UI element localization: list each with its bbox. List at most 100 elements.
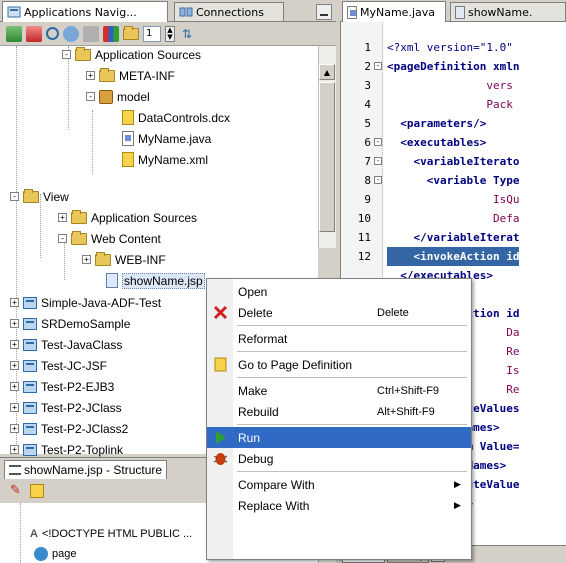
tree-row[interactable]: MyName.xml — [122, 149, 208, 170]
tab-applications-navigator[interactable]: Applications Navig... — [2, 1, 168, 22]
menu-item-label: Open — [238, 284, 268, 299]
folder-icon — [75, 46, 91, 61]
collapse-icon[interactable]: - — [58, 234, 67, 243]
folder-icon — [99, 67, 115, 82]
expand-icon[interactable]: + — [58, 213, 67, 222]
new-project-icon[interactable] — [6, 25, 22, 42]
fold-toggle-icon[interactable]: - — [374, 62, 382, 70]
menu-item-label: Debug — [238, 451, 274, 466]
tree-row[interactable]: + Application Sources — [58, 207, 197, 228]
menu-item-rebuild[interactable]: Rebuild Alt+Shift-F9 — [207, 401, 471, 422]
level-spinner-input[interactable]: 1 — [143, 25, 161, 42]
minimize-button[interactable] — [316, 4, 332, 20]
tree-row[interactable]: + WEB-INF — [82, 249, 166, 270]
scroll-up-icon[interactable]: ▲ — [319, 64, 335, 80]
tree-row[interactable]: + META-INF — [86, 65, 175, 86]
expand-icon[interactable]: + — [82, 255, 91, 264]
menu-item-go-to-page-definition[interactable]: Go to Page Definition — [207, 354, 471, 375]
search-icon[interactable] — [46, 27, 59, 40]
fold-toggle-icon[interactable]: - — [374, 176, 382, 184]
tree-row[interactable]: + SRDemoSample — [10, 313, 130, 334]
tree-row[interactable]: showName.jsp — [106, 270, 205, 291]
tree-row[interactable]: + Test-JavaClass — [10, 334, 122, 355]
doctype-icon: A — [30, 527, 38, 540]
minimize-icon — [320, 14, 328, 16]
menu-item-open[interactable]: Open — [207, 281, 471, 302]
expand-icon[interactable]: + — [10, 340, 19, 349]
filter-icon[interactable] — [83, 25, 99, 42]
project-icon — [23, 359, 37, 372]
menu-item-debug[interactable]: Debug — [207, 448, 471, 469]
tree-row-label: View — [43, 189, 69, 204]
line-number: 1 — [364, 41, 371, 54]
line-number: 5 — [364, 117, 371, 130]
tree-row-label: MyName.xml — [138, 152, 209, 167]
tab-myname-java[interactable]: MyName.java — [342, 1, 446, 22]
tree-row[interactable]: - View — [10, 186, 69, 207]
tree-row[interactable]: DataControls.dcx — [122, 107, 230, 128]
tab-label: showName.jsp - Structure — [24, 463, 163, 477]
menu-item-make[interactable]: Make Ctrl+Shift-F9 — [207, 380, 471, 401]
spinner-arrows-icon[interactable]: ▲ ▼ — [165, 25, 175, 42]
menu-item-reformat[interactable]: Reformat — [207, 328, 471, 349]
expand-icon[interactable]: + — [10, 403, 19, 412]
project-folder-icon — [23, 188, 39, 203]
expand-icon[interactable]: + — [10, 319, 19, 328]
tree-row[interactable]: - Web Content — [58, 228, 161, 249]
tree-row[interactable]: + Test-P2-JClass2 — [10, 418, 128, 439]
structure-item[interactable]: page — [34, 543, 76, 563]
line-number: 10 — [357, 212, 371, 225]
collapse-icon[interactable]: - — [62, 50, 71, 59]
collapse-icon[interactable]: - — [10, 192, 19, 201]
menu-item-delete[interactable]: Delete Delete — [207, 302, 471, 323]
expand-icon[interactable]: + — [10, 361, 19, 370]
line-number: 7 — [364, 155, 371, 168]
fold-toggle-icon[interactable]: - — [374, 157, 382, 165]
menu-item-replace-with[interactable]: Replace With ▶ — [207, 495, 471, 516]
fold-toggle-icon[interactable]: - — [374, 138, 382, 146]
context-menu: Open Delete Delete Reformat Go to Page Defin… — [206, 278, 472, 560]
menu-item-compare-with[interactable]: Compare With ▶ — [207, 474, 471, 495]
line-number: 3 — [364, 79, 371, 92]
tree-row[interactable]: + Simple-Java-ADF-Test — [10, 292, 161, 313]
refresh-icon[interactable] — [63, 25, 79, 42]
code-line: Defa — [387, 212, 520, 225]
menu-item-run[interactable]: Run — [207, 427, 471, 448]
tree-row[interactable]: - model — [86, 86, 150, 107]
tree-row[interactable]: + Test-JC-JSF — [10, 355, 107, 376]
tree-scrollbar[interactable]: ▲ — [318, 46, 336, 248]
tab-connections[interactable]: Connections — [174, 2, 284, 21]
collapse-icon[interactable]: - — [86, 92, 95, 101]
tab-showname[interactable]: showName. — [450, 2, 566, 21]
menu-item-label: Run — [238, 430, 261, 445]
project-icon — [23, 338, 37, 351]
tab-structure[interactable]: showName.jsp - Structure — [4, 460, 168, 479]
tree-row-label: Simple-Java-ADF-Test — [41, 295, 162, 310]
tree-row[interactable]: - Application Sources — [62, 44, 201, 65]
tree-row[interactable]: + Test-P2-JClass — [10, 397, 122, 418]
tree-row-label: Test-P2-JClass — [41, 400, 122, 415]
edit-icon[interactable] — [30, 484, 44, 498]
structure-item[interactable]: A <!DOCTYPE HTML PUBLIC ... — [30, 523, 192, 544]
tree-row[interactable]: MyName.java — [122, 128, 211, 149]
code-line: <variable Type — [387, 174, 520, 187]
project-icon — [23, 401, 37, 414]
pin-icon[interactable]: ✎ — [10, 484, 24, 498]
tree-row-label: DataControls.dcx — [138, 110, 231, 125]
sort-icon[interactable]: ⇅ — [179, 26, 195, 42]
tree-row[interactable]: + Test-P2-EJB3 — [10, 376, 114, 397]
remove-icon[interactable] — [26, 25, 42, 42]
tab-label: Connections — [196, 5, 264, 19]
expand-icon[interactable]: + — [10, 445, 19, 454]
chart-icon[interactable] — [103, 25, 119, 42]
expand-icon[interactable]: + — [86, 71, 95, 80]
expand-icon[interactable]: + — [10, 298, 19, 307]
expand-icon[interactable]: + — [10, 424, 19, 433]
line-number: 6 — [364, 136, 371, 149]
expand-icon[interactable]: + — [10, 382, 19, 391]
scrollbar-thumb[interactable] — [319, 82, 335, 232]
tree-row-label: WEB-INF — [115, 252, 166, 267]
code-line: Pack — [387, 98, 513, 111]
folder-icon[interactable] — [123, 25, 139, 40]
tab-label: showName. — [468, 5, 533, 19]
